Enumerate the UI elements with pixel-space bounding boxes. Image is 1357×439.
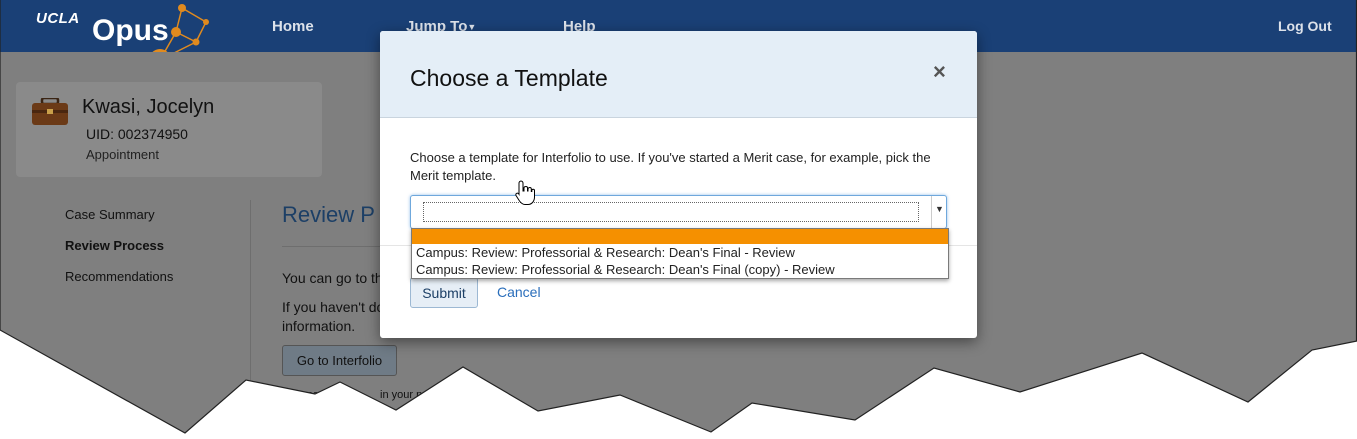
torn-edge-outline [0,0,1357,434]
screenshot-stage: UCLA Opus Home Jump To▼ Help Log Out Kwa… [0,0,1357,439]
